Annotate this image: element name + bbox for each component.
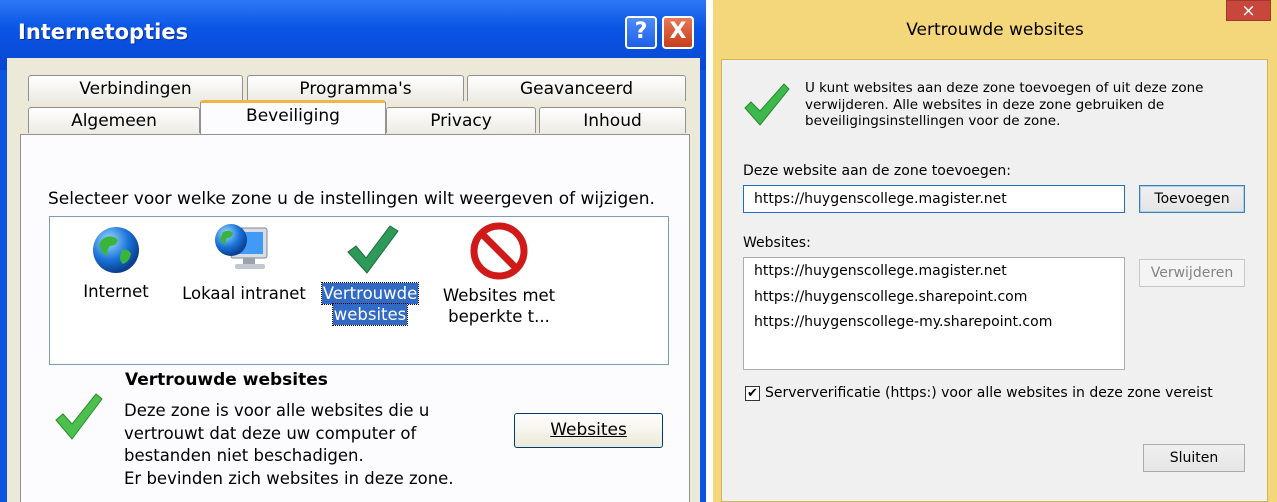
trusted-check-icon <box>744 83 790 126</box>
tab-inhoud[interactable]: Inhoud <box>539 107 686 133</box>
zone-label: Lokaal intranet <box>182 284 306 303</box>
zone-label-line1: Vertrouwde <box>320 282 420 305</box>
zone-info-line: Deze zone is voor alle websites die u <box>124 401 430 420</box>
zone-label-line2: beperkte t... <box>448 307 550 326</box>
zone-info-line: vertrouwt dat deze uw computer of <box>124 423 417 443</box>
checkmark-icon <box>347 225 399 274</box>
list-item[interactable]: https://huygenscollege.magister.net <box>754 263 1007 279</box>
zone-local-intranet[interactable]: Lokaal intranet <box>176 220 312 304</box>
trusted-sites-intro: U kunt websites aan deze zone toevoegen … <box>805 80 1225 130</box>
add-website-input[interactable]: https://huygenscollege.magister.net <box>743 185 1125 213</box>
intro-line: U kunt websites aan deze zone toevoegen … <box>805 80 1204 96</box>
tab-algemeen[interactable]: Algemeen <box>28 107 200 133</box>
tab-verbindingen[interactable]: Verbindingen <box>28 75 243 101</box>
add-button[interactable]: Toevoegen <box>1139 185 1245 213</box>
help-button[interactable]: ? <box>625 16 657 49</box>
close-button[interactable]: X <box>662 16 694 49</box>
tab-geavanceerd[interactable]: Geavanceerd <box>467 75 686 101</box>
zone-restricted-sites[interactable]: Websites met beperkte t... <box>430 222 568 327</box>
zone-trusted-sites[interactable]: Vertrouwde websites <box>315 222 425 326</box>
websites-button-label: Websites <box>550 420 627 440</box>
zone-info-title: Vertrouwde websites <box>125 370 328 390</box>
list-item[interactable]: https://huygenscollege-my.sharepoint.com <box>754 314 1052 330</box>
restricted-icon <box>470 222 528 280</box>
trusted-sites-title: Vertrouwde websites <box>906 20 1084 40</box>
zone-label-line2: websites <box>331 303 409 326</box>
zone-internet[interactable]: Internet <box>68 224 164 302</box>
globe-icon <box>93 227 139 273</box>
intro-line: beveiligingsinstellingen voor de zone. <box>805 113 1061 129</box>
require-https-checkbox[interactable]: ✔ <box>745 386 760 401</box>
websites-list-label: Websites: <box>743 235 811 251</box>
remove-button[interactable]: Verwijderen <box>1139 259 1245 287</box>
zone-info-line: bestanden niet beschadigen. <box>124 446 364 465</box>
zone-info-line: Er bevinden zich websites in deze zone. <box>124 468 454 488</box>
window-close-button[interactable]: × <box>1226 0 1271 21</box>
intro-line: verwijderen. Alle websites in deze zone … <box>805 96 1165 113</box>
internet-options-title: Internetopties <box>18 20 189 44</box>
intranet-computer-icon <box>215 224 268 269</box>
tab-privacy[interactable]: Privacy <box>386 107 536 133</box>
trusted-check-icon <box>55 393 103 440</box>
tab-programmas[interactable]: Programma's <box>247 75 464 101</box>
close-dialog-button[interactable]: Sluiten <box>1143 444 1245 472</box>
require-https-label: Serververificatie (https:) voor alle web… <box>765 385 1213 401</box>
websites-button[interactable]: Websites <box>514 413 663 448</box>
add-website-label: Deze website aan de zone toevoegen: <box>743 163 1011 179</box>
tab-beveiliging[interactable]: Beveiliging <box>200 100 386 134</box>
select-zone-instruction: Selecteer voor welke zone u de instellin… <box>48 189 655 209</box>
list-item[interactable]: https://huygenscollege.sharepoint.com <box>754 289 1027 305</box>
zone-label: Internet <box>83 282 149 301</box>
zone-info-description: Deze zone is voor alle websites die u ve… <box>124 400 484 490</box>
zone-label-line1: Websites met <box>442 286 556 305</box>
